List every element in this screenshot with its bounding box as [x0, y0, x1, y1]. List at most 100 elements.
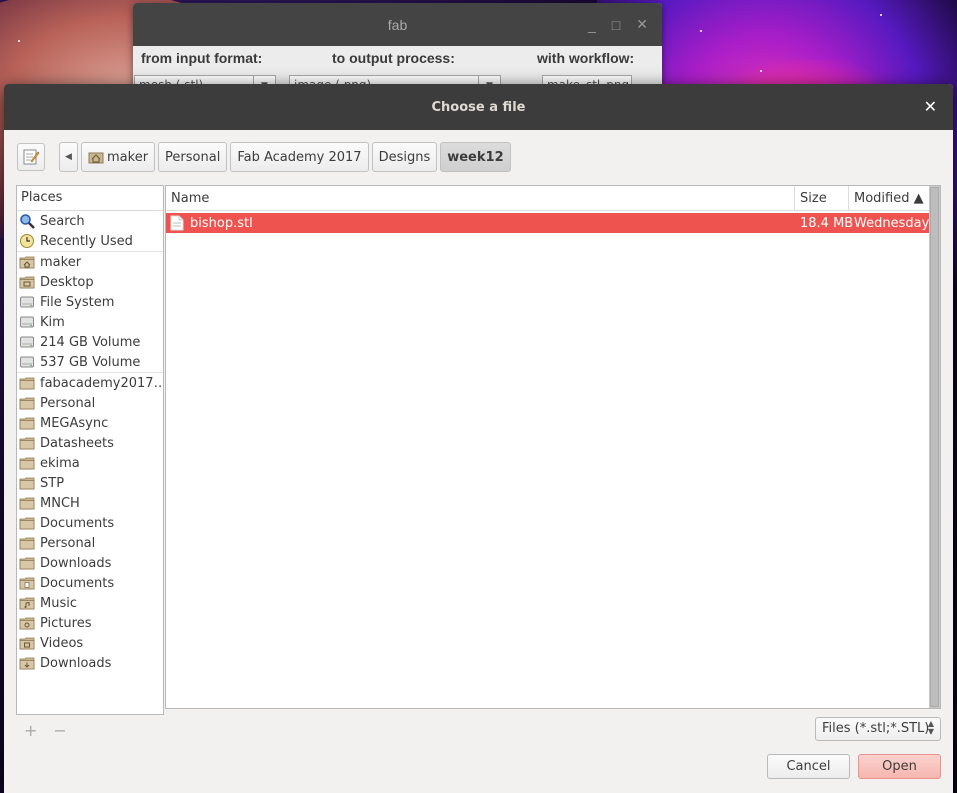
sidebar-item[interactable]: Personal [17, 393, 163, 413]
sidebar-item[interactable]: Desktop [17, 272, 163, 292]
fab-titlebar[interactable]: fab _ □ ✕ [133, 3, 662, 46]
output-process-label: to output process: [332, 50, 455, 66]
crumb-designs[interactable]: Designs [371, 142, 438, 172]
add-place-button[interactable]: + [24, 721, 37, 740]
sidebar-item[interactable]: 537 GB Volume [17, 352, 163, 372]
sidebar-item[interactable]: MNCH [17, 493, 163, 513]
sidebar-item-label: Personal [40, 395, 96, 411]
close-icon[interactable]: ✕ [924, 97, 937, 116]
minimize-icon[interactable]: _ [588, 17, 596, 33]
sidebar-item[interactable]: Personal [17, 533, 163, 553]
folder-icon [19, 397, 35, 410]
star [700, 30, 702, 32]
sidebar-item[interactable]: Music [17, 593, 163, 613]
sidebar-item[interactable]: Kim [17, 312, 163, 332]
sidebar-item[interactable]: Pictures [17, 613, 163, 633]
folder-icon [19, 477, 35, 490]
sidebar-item[interactable]: ekima [17, 453, 163, 473]
open-button[interactable]: Open [858, 754, 941, 779]
edit-icon [23, 149, 40, 165]
sidebar-item[interactable]: 214 GB Volume [17, 332, 163, 352]
sidebar-item-label: STP [40, 475, 65, 491]
places-list: Search Recently Used maker Desktop File Syst… [17, 211, 163, 673]
sidebar-item[interactable]: Documents [17, 513, 163, 533]
places-toolbar: + − [24, 721, 67, 740]
file-filter-select[interactable]: Files (*.stl;*.STL) ▲ ▼ [815, 717, 941, 741]
sidebar-item-label: Personal [40, 535, 96, 551]
folder-icon [19, 557, 35, 570]
sidebar-item-label: Desktop [40, 274, 94, 290]
file-filter-value: Files (*.stl;*.STL) [822, 721, 930, 736]
fab-window-title: fab [387, 16, 408, 33]
close-icon[interactable]: ✕ [636, 16, 648, 33]
crumb-week12[interactable]: week12 [440, 142, 511, 172]
sidebar-item[interactable]: MEGAsync [17, 413, 163, 433]
sidebar-item-label: MNCH [40, 495, 80, 511]
file-size: 18.4 MB [800, 215, 854, 231]
sidebar-item-label: Documents [40, 515, 115, 531]
sidebar-item[interactable]: Videos [17, 633, 163, 653]
sidebar-item-label: File System [40, 294, 115, 310]
folder-icon [19, 497, 35, 510]
recent-icon [20, 234, 34, 248]
file-list-header: Name Size Modified ▲ [166, 186, 940, 211]
places-sidebar: Places Search Recently Used maker Desktop Fi… [16, 185, 164, 715]
sidebar-item-label: Downloads [40, 555, 112, 571]
sidebar-item[interactable]: fabacademy2017… [17, 373, 163, 393]
places-header[interactable]: Places [17, 186, 163, 211]
sidebar-item-label: Search [40, 213, 85, 229]
sidebar-item-label: fabacademy2017… [40, 375, 163, 391]
drive-icon [20, 336, 34, 348]
sidebar-item[interactable]: maker [17, 252, 163, 272]
drive-icon [20, 316, 34, 328]
sidebar-item-label: ekima [40, 455, 80, 471]
sidebar-item[interactable]: Search [17, 211, 163, 231]
crumb-personal[interactable]: Personal [158, 142, 228, 172]
dialog-title: Choose a file [431, 99, 526, 115]
location-edit-button[interactable] [17, 143, 45, 171]
sidebar-item-label: Downloads [40, 655, 112, 671]
sidebar-item[interactable]: Documents [17, 573, 163, 593]
cancel-button[interactable]: Cancel [767, 754, 850, 779]
drive-icon [20, 296, 34, 308]
folder-icon [19, 377, 35, 390]
star [880, 14, 882, 16]
crumb-maker[interactable]: maker [81, 142, 156, 172]
downloads-folder-icon [19, 657, 35, 670]
path-back-button[interactable]: ◀ [59, 142, 78, 172]
sidebar-item[interactable]: Datasheets [17, 433, 163, 453]
maximize-icon[interactable]: □ [612, 17, 620, 33]
workflow-label: with workflow: [537, 50, 635, 66]
column-size[interactable]: Size [795, 186, 849, 210]
sidebar-item-label: Datasheets [40, 435, 114, 451]
sidebar-item[interactable]: Recently Used [17, 231, 163, 251]
vertical-scrollbar[interactable] [929, 186, 940, 708]
documents-folder-icon [19, 577, 35, 590]
file-modified: Wednesday [854, 215, 930, 231]
sidebar-item[interactable]: Downloads [17, 553, 163, 573]
file-icon [170, 215, 184, 231]
file-chooser-dialog: Choose a file ✕ ◀ maker Personal Fab Aca… [4, 84, 953, 793]
sidebar-item[interactable]: File System [17, 292, 163, 312]
scrollbar-thumb[interactable] [930, 187, 939, 707]
crumb-fab-academy[interactable]: Fab Academy 2017 [230, 142, 369, 172]
crumb-label: maker [107, 149, 149, 165]
sidebar-item-label: Kim [40, 314, 65, 330]
videos-folder-icon [19, 637, 35, 650]
sidebar-item[interactable]: Downloads [17, 653, 163, 673]
column-modified[interactable]: Modified ▲ [849, 186, 929, 210]
dialog-titlebar[interactable]: Choose a file ✕ [4, 84, 953, 130]
column-name[interactable]: Name [166, 186, 795, 210]
home-folder-icon [19, 256, 35, 269]
sidebar-item-label: 537 GB Volume [40, 354, 141, 370]
drive-icon [20, 356, 34, 368]
home-folder-icon [88, 152, 104, 164]
path-bar: ◀ maker Personal Fab Academy 2017 Design… [17, 142, 514, 172]
sidebar-item-label: Documents [40, 575, 115, 591]
file-row-selected[interactable]: bishop.stl 18.4 MB Wednesday [166, 213, 929, 233]
sidebar-item-label: maker [40, 254, 82, 270]
remove-place-button[interactable]: − [53, 721, 66, 740]
folder-icon [19, 517, 35, 530]
sidebar-item[interactable]: STP [17, 473, 163, 493]
sidebar-item-label: Videos [40, 635, 84, 651]
